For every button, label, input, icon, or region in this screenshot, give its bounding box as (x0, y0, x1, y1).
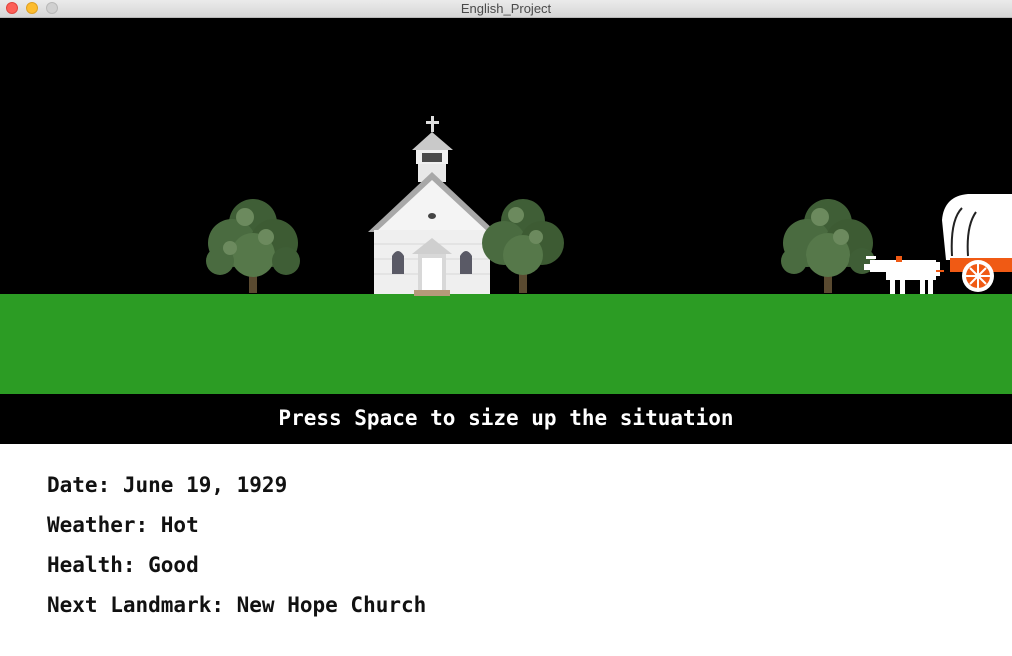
status-weather: Weather: Hot (47, 513, 199, 537)
ox-icon (864, 256, 944, 294)
window-title: English_Project (460, 1, 552, 16)
game-scene[interactable]: Press Space to size up the situation (0, 18, 1012, 444)
status-date: Date: June 19, 1929 (47, 473, 288, 497)
tree-icon (482, 199, 564, 293)
tree-icon (206, 199, 300, 293)
grass-ground (0, 294, 1012, 394)
status-panel: Date: June 19, 1929 Weather: Hot Health:… (47, 470, 426, 630)
covered-wagon-icon (942, 194, 1012, 292)
status-next-landmark: Next Landmark: New Hope Church (47, 593, 427, 617)
status-health: Health: Good (47, 553, 199, 577)
window-titlebar: English_Project (0, 0, 1012, 18)
prompt-bar: Press Space to size up the situation (0, 394, 1012, 444)
space-prompt[interactable]: Press Space to size up the situation (0, 406, 1012, 430)
